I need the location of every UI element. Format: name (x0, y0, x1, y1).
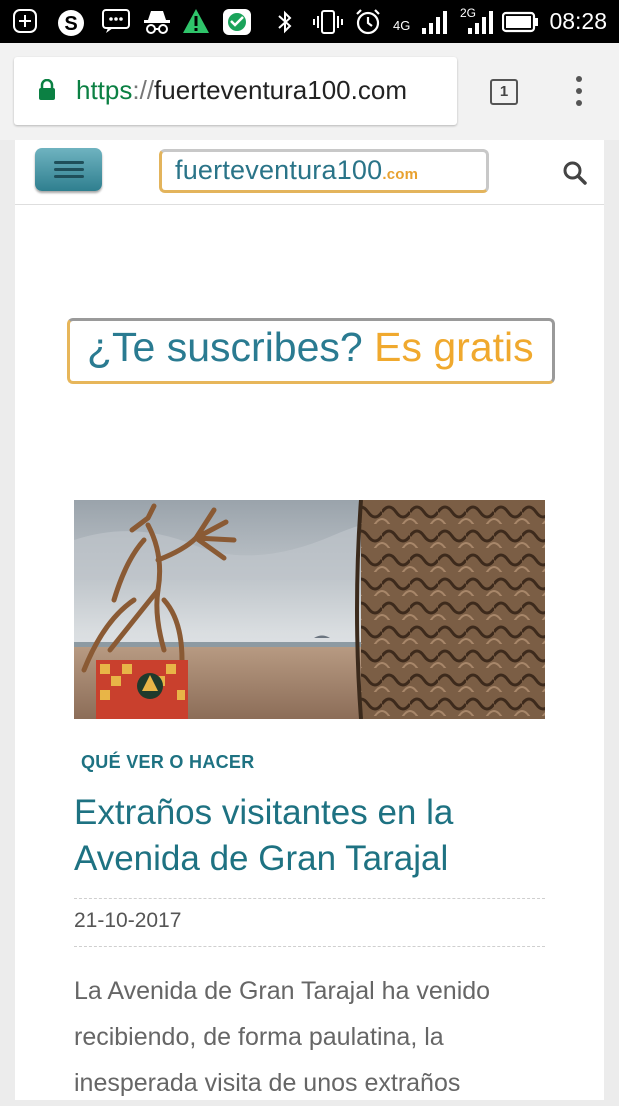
status-bar: S 4G 2G 08:28 (0, 0, 619, 43)
article-excerpt: La Avenida de Gran Tarajal ha venido rec… (74, 977, 491, 1097)
article-date: 21-10-2017 (74, 909, 182, 932)
hamburger-menu-button[interactable] (35, 148, 102, 191)
banner-text: ¿Te suscribes? Es gratis (87, 324, 534, 371)
vibrate-icon (313, 10, 343, 34)
article-title-link[interactable]: Extraños visitantes en la Avenida de Gra… (74, 790, 544, 882)
incognito-icon (144, 11, 170, 34)
site-logo[interactable]: fuerteventura100.com (159, 149, 489, 193)
logo-text: fuerteventura100.com (175, 155, 418, 186)
tab-switcher-button[interactable]: 1 (490, 79, 518, 105)
address-bar[interactable]: https://fuerteventura100.com (14, 57, 457, 125)
alarm-icon (356, 9, 380, 35)
signal-icon (422, 11, 447, 34)
search-icon[interactable] (562, 160, 588, 186)
url-scheme: https (76, 75, 133, 105)
web-page: fuerteventura100.com ¿Te suscribes? Es g… (15, 140, 604, 1100)
browser-toolbar: https://fuerteventura100.com 1 (0, 43, 619, 140)
article-category-link[interactable]: QUÉ VER O HACER (81, 752, 255, 773)
subscribe-banner[interactable]: ¿Te suscribes? Es gratis (67, 318, 555, 384)
skype-icon: S (58, 10, 84, 36)
logo-name: fuerteventura100 (175, 155, 383, 185)
battery-icon (502, 11, 538, 33)
url-separator: :// (132, 75, 155, 105)
signal-icon (468, 11, 493, 34)
svg-text:S: S (64, 13, 77, 35)
article-image[interactable] (74, 500, 545, 719)
banner-free: Es gratis (374, 324, 534, 370)
divider (74, 898, 545, 899)
lock-icon (39, 79, 55, 100)
site-header: fuerteventura100.com (15, 140, 604, 205)
network-type-label: 4G (393, 18, 411, 33)
banner-question: ¿Te suscribes? (87, 324, 363, 370)
article-photo (74, 500, 545, 719)
status-time: 08:28 (549, 8, 607, 34)
divider (74, 946, 545, 947)
url-text: https://fuerteventura100.com (76, 75, 407, 106)
more-options-icon[interactable] (573, 76, 585, 110)
warning-icon (183, 9, 209, 33)
messenger-icon (102, 9, 130, 33)
wifi-app-icon (223, 9, 251, 35)
url-host: fuerteventura100.com (154, 75, 407, 105)
add-icon (13, 9, 37, 33)
bluetooth-icon (278, 10, 292, 34)
logo-tld: .com (382, 166, 419, 183)
